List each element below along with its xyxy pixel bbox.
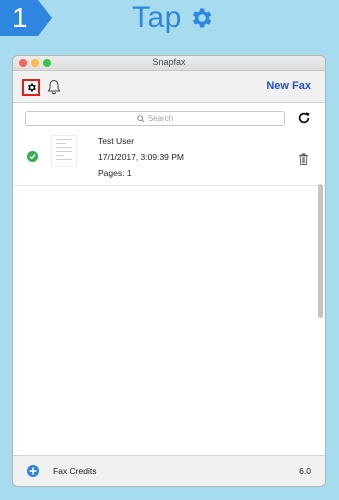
fax-recipient: Test User (98, 136, 134, 146)
fax-list-item[interactable]: Test User 17/1/2017, 3:09:39 PM Pages: 1 (13, 133, 325, 186)
toolbar: New Fax (13, 71, 325, 103)
search-row: Search (13, 103, 325, 133)
step-title-text: Tap (132, 1, 182, 34)
fax-pages: Pages: 1 (98, 168, 132, 178)
search-placeholder: Search (147, 114, 174, 123)
scrollbar-thumb[interactable] (318, 184, 323, 318)
trash-icon[interactable] (298, 153, 309, 165)
footer-bar: Fax Credits 6.0 (13, 455, 325, 486)
search-icon (137, 114, 145, 123)
add-credits-icon[interactable] (27, 465, 39, 477)
snapfax-window: Snapfax New Fax Search Test User 17/1/20… (13, 56, 325, 486)
refresh-icon[interactable] (297, 111, 311, 125)
fax-credits-label: Fax Credits (53, 466, 97, 476)
gear-icon (27, 83, 36, 92)
sent-check-icon (27, 151, 38, 162)
new-fax-button[interactable]: New Fax (266, 80, 311, 92)
step-badge: 1 (0, 0, 54, 36)
settings-button[interactable] (22, 79, 40, 96)
window-title: Snapfax (152, 57, 186, 67)
fax-thumbnail (51, 135, 77, 167)
fax-timestamp: 17/1/2017, 3:09:39 PM (98, 152, 185, 162)
search-input[interactable]: Search (25, 111, 285, 126)
title-bar: Snapfax (13, 56, 325, 71)
step-title: Tap (132, 1, 214, 35)
bell-icon[interactable] (47, 79, 61, 95)
step-number: 1 (12, 2, 28, 33)
fax-details: Test User 17/1/2017, 3:09:39 PM Pages: 1 (98, 133, 184, 181)
gear-icon (192, 8, 212, 28)
fax-credits-value: 6.0 (299, 466, 311, 476)
